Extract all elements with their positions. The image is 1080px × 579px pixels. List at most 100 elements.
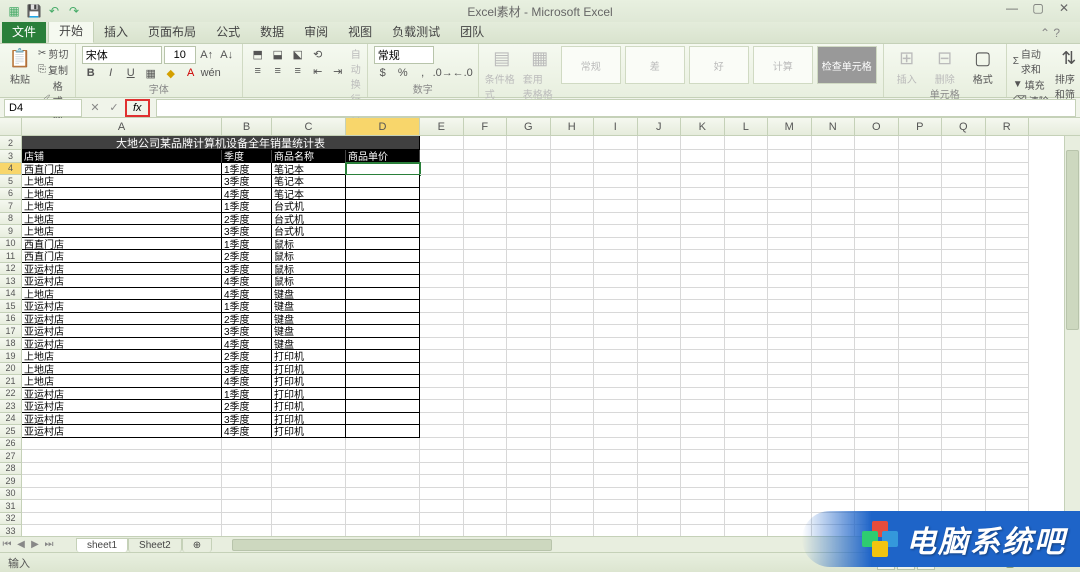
cell[interactable] xyxy=(594,175,638,188)
cell[interactable] xyxy=(725,188,769,201)
cell[interactable] xyxy=(725,288,769,301)
cell[interactable] xyxy=(942,488,986,501)
cell[interactable] xyxy=(638,200,682,213)
cell[interactable] xyxy=(986,263,1030,276)
cell[interactable] xyxy=(812,200,856,213)
cell[interactable] xyxy=(942,388,986,401)
row-header[interactable]: 3 xyxy=(0,150,22,163)
row-header[interactable]: 16 xyxy=(0,313,22,326)
formula-input[interactable] xyxy=(156,99,1076,117)
cell[interactable] xyxy=(812,263,856,276)
col-header-H[interactable]: H xyxy=(551,118,595,135)
cell[interactable] xyxy=(681,375,725,388)
cell[interactable] xyxy=(464,175,508,188)
cell[interactable] xyxy=(420,400,464,413)
copy-icon[interactable]: ⎘ xyxy=(38,64,46,75)
cell[interactable] xyxy=(594,338,638,351)
cell[interactable] xyxy=(768,325,812,338)
cell[interactable] xyxy=(420,313,464,326)
cell[interactable] xyxy=(812,488,856,501)
cell[interactable] xyxy=(464,425,508,438)
cell[interactable] xyxy=(222,513,272,526)
cell[interactable]: 台式机 xyxy=(272,213,346,226)
cell[interactable] xyxy=(942,136,986,150)
cell[interactable] xyxy=(551,525,595,536)
tab-formulas[interactable]: 公式 xyxy=(206,20,250,43)
cell[interactable] xyxy=(942,475,986,488)
cell[interactable] xyxy=(420,150,464,163)
cell[interactable]: 上地店 xyxy=(22,288,222,301)
cell[interactable] xyxy=(899,375,943,388)
tab-insert[interactable]: 插入 xyxy=(94,20,138,43)
cell[interactable] xyxy=(594,163,638,176)
cell[interactable] xyxy=(986,275,1030,288)
cell[interactable] xyxy=(507,388,551,401)
cell[interactable] xyxy=(725,375,769,388)
cell[interactable] xyxy=(420,463,464,476)
cell[interactable] xyxy=(272,450,346,463)
cell[interactable] xyxy=(272,463,346,476)
cell[interactable]: 4季度 xyxy=(222,288,272,301)
cell[interactable]: 亚运村店 xyxy=(22,263,222,276)
cell[interactable] xyxy=(551,400,595,413)
cell[interactable]: 上地店 xyxy=(22,225,222,238)
cell[interactable]: 商品名称 xyxy=(272,150,346,163)
cell[interactable] xyxy=(855,363,899,376)
cell[interactable] xyxy=(768,363,812,376)
cell[interactable] xyxy=(986,350,1030,363)
row-header[interactable]: 17 xyxy=(0,325,22,338)
cell[interactable] xyxy=(507,425,551,438)
cell[interactable] xyxy=(942,238,986,251)
cell[interactable] xyxy=(855,313,899,326)
cell[interactable] xyxy=(464,136,508,150)
row-header[interactable]: 23 xyxy=(0,400,22,413)
cell[interactable] xyxy=(346,425,420,438)
cell[interactable] xyxy=(681,450,725,463)
maximize-button[interactable]: ▢ xyxy=(1026,0,1050,16)
cell[interactable] xyxy=(464,363,508,376)
cell[interactable] xyxy=(464,388,508,401)
cell[interactable]: 键盘 xyxy=(272,338,346,351)
cell[interactable] xyxy=(551,463,595,476)
cell[interactable]: 打印机 xyxy=(272,350,346,363)
cell[interactable] xyxy=(22,475,222,488)
row-header[interactable]: 15 xyxy=(0,300,22,313)
cell[interactable] xyxy=(594,313,638,326)
cell[interactable] xyxy=(551,163,595,176)
cell[interactable] xyxy=(638,425,682,438)
cell[interactable] xyxy=(507,275,551,288)
row-header[interactable]: 29 xyxy=(0,475,22,488)
cell[interactable] xyxy=(812,375,856,388)
cell[interactable] xyxy=(420,250,464,263)
cell[interactable] xyxy=(812,338,856,351)
comma-icon[interactable]: , xyxy=(414,65,432,81)
cell[interactable] xyxy=(638,313,682,326)
cell[interactable] xyxy=(681,500,725,513)
cell[interactable]: 4季度 xyxy=(222,275,272,288)
cell[interactable] xyxy=(507,413,551,426)
cell[interactable] xyxy=(551,136,595,150)
cell[interactable] xyxy=(768,338,812,351)
cell[interactable]: 1季度 xyxy=(222,388,272,401)
cell[interactable] xyxy=(812,350,856,363)
cell[interactable] xyxy=(681,438,725,451)
cell[interactable] xyxy=(725,325,769,338)
cell[interactable] xyxy=(681,136,725,150)
cell[interactable] xyxy=(638,438,682,451)
cell[interactable] xyxy=(346,463,420,476)
col-header-O[interactable]: O xyxy=(855,118,899,135)
tab-file[interactable]: 文件 xyxy=(2,20,46,43)
cell[interactable] xyxy=(768,375,812,388)
cell[interactable] xyxy=(855,425,899,438)
cell[interactable] xyxy=(346,238,420,251)
cell[interactable] xyxy=(768,438,812,451)
cell[interactable] xyxy=(942,413,986,426)
cell[interactable] xyxy=(855,350,899,363)
cell[interactable] xyxy=(768,136,812,150)
col-header-D[interactable]: D xyxy=(346,118,420,135)
cell[interactable] xyxy=(222,500,272,513)
cell[interactable] xyxy=(812,463,856,476)
cell[interactable] xyxy=(986,300,1030,313)
row-header[interactable]: 10 xyxy=(0,238,22,251)
cell[interactable] xyxy=(855,200,899,213)
